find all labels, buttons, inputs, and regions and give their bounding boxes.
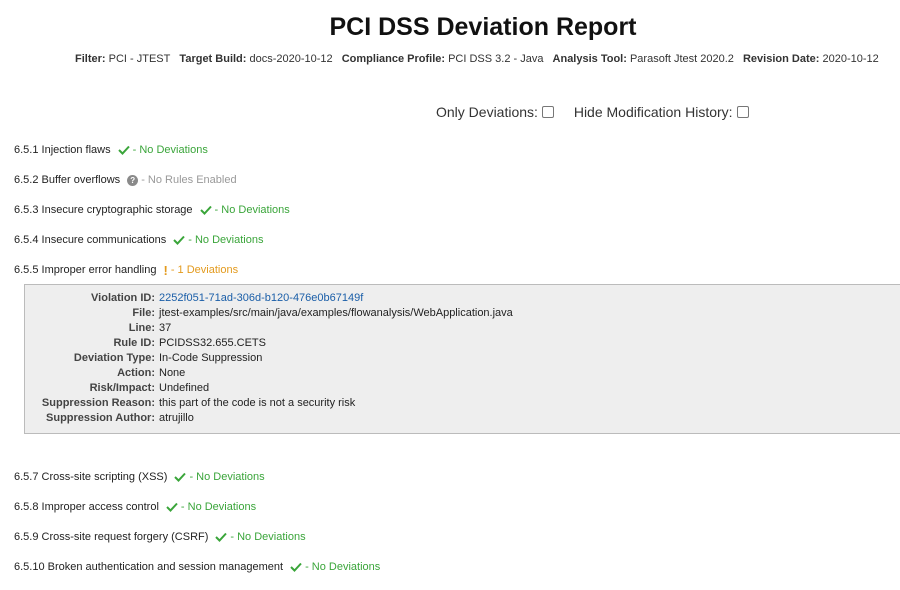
- meta-analysis-tool: Analysis Tool: Parasoft Jtest 2020.2: [552, 53, 734, 65]
- requirement-label: 6.5.4 Insecure communications: [14, 234, 167, 246]
- requirement-row: 6.5.4 Insecure communications - No Devia…: [14, 234, 263, 246]
- file-row: File: jtest-examples/src/main/java/examp…: [25, 306, 513, 321]
- deviation-type-value: In-Code Suppression: [159, 352, 263, 364]
- violation-details-table: Violation ID: 2252f051-71ad-306d-b120-47…: [25, 291, 513, 426]
- violation-id-row: Violation ID: 2252f051-71ad-306d-b120-47…: [25, 291, 513, 306]
- report-options: Only Deviations: Hide Modification Histo…: [436, 104, 765, 120]
- rule-id-key: Rule ID:: [113, 337, 155, 349]
- requirement-row: 6.5.3 Insecure cryptographic storage - N…: [14, 204, 290, 216]
- action-value: None: [159, 367, 186, 379]
- requirement-row[interactable]: 6.5.5 Improper error handling ! - 1 Devi…: [14, 262, 239, 278]
- requirement-row: 6.5.10 Broken authentication and session…: [14, 561, 380, 573]
- requirement-label: 6.5.5 Improper error handling: [14, 264, 157, 276]
- requirement-status: - No Deviations: [290, 561, 380, 573]
- requirement-row: 6.5.2 Buffer overflows ? - No Rules Enab…: [14, 174, 237, 186]
- only-deviations-option: Only Deviations:: [436, 104, 554, 120]
- deviation-type-key: Deviation Type:: [73, 352, 155, 364]
- only-deviations-checkbox[interactable]: [541, 106, 554, 118]
- line-row: Line: 37: [25, 321, 513, 336]
- action-key: Action:: [117, 367, 155, 379]
- requirement-label: 6.5.10 Broken authentication and session…: [14, 561, 284, 573]
- meta-target-build: Target Build: docs-2020-10-12: [179, 53, 333, 65]
- violation-id-link[interactable]: 2252f051-71ad-306d-b120-476e0b67149f: [159, 292, 363, 304]
- hide-history-option: Hide Modification History:: [574, 104, 749, 120]
- hide-history-checkbox[interactable]: [736, 106, 749, 118]
- report-metadata: Filter: PCI - JTEST Target Build: docs-2…: [75, 53, 885, 65]
- check-icon: [174, 472, 187, 482]
- requirement-row: 6.5.7 Cross-site scripting (XSS) - No De…: [14, 471, 265, 483]
- requirement-label: 6.5.3 Insecure cryptographic storage: [14, 204, 193, 216]
- risk-impact-key: Risk/Impact:: [89, 382, 155, 394]
- requirement-label: 6.5.7 Cross-site scripting (XSS): [14, 471, 168, 483]
- suppression-author-value: atrujillo: [159, 412, 194, 424]
- suppression-reason-key: Suppression Reason:: [41, 397, 155, 409]
- requirement-status: - No Deviations: [166, 501, 256, 513]
- requirement-status: - No Deviations: [174, 471, 265, 483]
- requirement-row: 6.5.1 Injection flaws - No Deviations: [14, 144, 208, 156]
- meta-revision-date: Revision Date: 2020-10-12: [742, 53, 879, 65]
- deviation-type-row: Deviation Type: In-Code Suppression: [25, 351, 513, 366]
- hide-history-label: Hide Modification History:: [573, 104, 733, 120]
- requirement-label: 6.5.8 Improper access control: [14, 501, 159, 513]
- help-icon: ?: [127, 174, 139, 186]
- check-icon: [215, 532, 228, 542]
- suppression-author-row: Suppression Author: atrujillo: [25, 411, 513, 426]
- check-icon: [199, 205, 212, 215]
- requirement-row: 6.5.9 Cross-site request forgery (CSRF) …: [14, 531, 306, 543]
- requirement-label: 6.5.1 Injection flaws: [14, 144, 111, 156]
- exclamation-icon: !: [163, 262, 168, 278]
- line-value: 37: [159, 322, 172, 334]
- check-icon: [173, 235, 185, 245]
- risk-impact-row: Risk/Impact: Undefined: [25, 381, 513, 396]
- requirement-label: 6.5.2 Buffer overflows: [14, 174, 121, 186]
- line-key: Line:: [128, 322, 155, 334]
- requirement-status: - No Deviations: [117, 144, 208, 156]
- rule-id-row: Rule ID: PCIDSS32.655.CETS: [25, 336, 513, 351]
- requirement-status: - No Deviations: [173, 234, 263, 246]
- file-key: File:: [132, 307, 155, 319]
- requirement-status: - No Deviations: [199, 204, 290, 216]
- check-icon: [166, 502, 178, 512]
- suppression-reason-row: Suppression Reason: this part of the cod…: [25, 396, 513, 411]
- violation-id-key: Violation ID:: [91, 292, 155, 304]
- only-deviations-label: Only Deviations:: [436, 104, 538, 120]
- requirement-status: - No Deviations: [215, 531, 306, 543]
- violation-details-panel: Violation ID: 2252f051-71ad-306d-b120-47…: [24, 284, 900, 434]
- suppression-author-key: Suppression Author:: [46, 412, 155, 424]
- suppression-reason-value: this part of the code is not a security …: [159, 397, 356, 409]
- report-page: PCI DSS Deviation Report Filter: PCI - J…: [0, 0, 900, 590]
- requirement-status: ! - 1 Deviations: [163, 262, 239, 278]
- requirement-status: ? - No Rules Enabled: [127, 174, 237, 186]
- file-value: jtest-examples/src/main/java/examples/fl…: [159, 307, 513, 319]
- check-icon: [290, 562, 302, 572]
- requirement-row: 6.5.8 Improper access control - No Devia…: [14, 501, 256, 513]
- meta-compliance-profile: Compliance Profile: PCI DSS 3.2 - Java: [341, 53, 544, 65]
- risk-impact-value: Undefined: [159, 382, 210, 394]
- requirement-label: 6.5.9 Cross-site request forgery (CSRF): [14, 531, 209, 543]
- page-title: PCI DSS Deviation Report: [329, 13, 637, 41]
- check-icon: [117, 145, 130, 155]
- rule-id-value: PCIDSS32.655.CETS: [159, 337, 266, 349]
- action-row: Action: None: [25, 366, 513, 381]
- meta-filter: Filter: PCI - JTEST: [75, 53, 171, 65]
